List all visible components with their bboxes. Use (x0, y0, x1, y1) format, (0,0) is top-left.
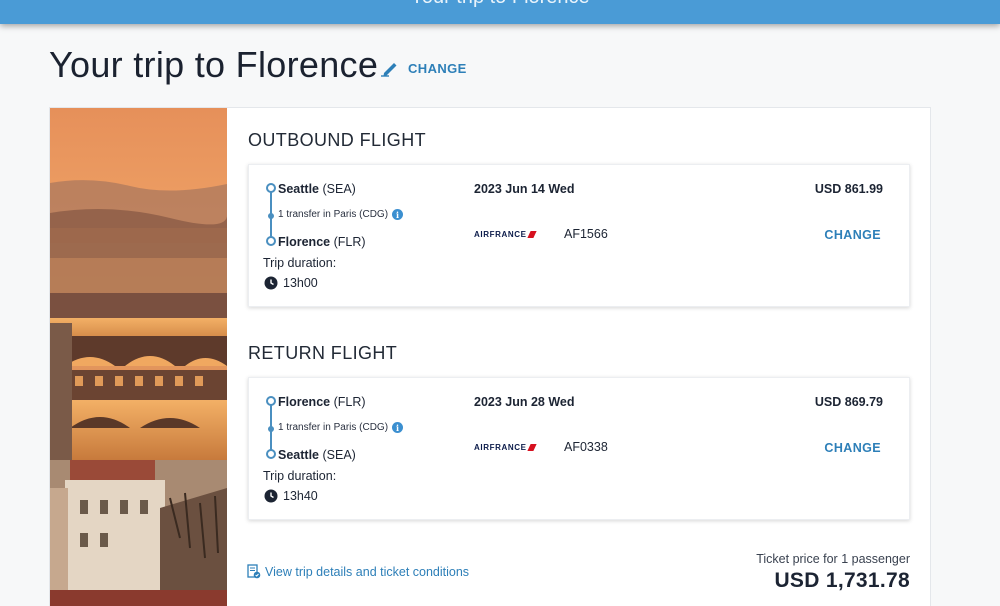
return-change-button[interactable]: CHANGE (824, 441, 881, 455)
duration-value: 13h40 (283, 489, 318, 503)
return-flight-number: AF0338 (564, 440, 608, 454)
trip-change-label: CHANGE (408, 60, 467, 76)
duration-value: 13h00 (283, 276, 318, 290)
origin-dot (266, 396, 276, 406)
outbound-heading: OUTBOUND FLIGHT (248, 130, 427, 150)
return-heading: RETURN FLIGHT (248, 343, 398, 363)
total-price: USD 1,731.78 (774, 569, 910, 592)
outbound-flight-box: Seattle (SEA) 1 transfer in Paris (CDG) … (248, 164, 910, 307)
page-title: Your trip to Florence (49, 44, 379, 85)
outbound-duration: 13h00 (264, 276, 318, 290)
outbound-date: 2023 Jun 14 Wed (474, 182, 575, 196)
ticket-price-label: Ticket price for 1 passenger (756, 552, 910, 566)
origin-code: (FLR) (333, 395, 366, 409)
transfer-dot (268, 426, 274, 432)
duration-label: Trip duration: (263, 469, 337, 483)
destination-dot (266, 236, 276, 246)
return-destination: Seattle (SEA) (278, 448, 356, 462)
outbound-destination: Florence (FLR) (278, 235, 366, 249)
outbound-origin: Seattle (SEA) (278, 182, 356, 196)
destination-city: Florence (278, 235, 331, 249)
trip-details-link[interactable]: View trip details and ticket conditions (247, 564, 469, 579)
return-price: USD 869.79 (814, 395, 883, 409)
airline-logo: AIRFRANCE (474, 443, 537, 452)
outbound-change-button[interactable]: CHANGE (824, 228, 881, 242)
document-check-icon (247, 564, 261, 579)
info-icon[interactable]: i (392, 422, 404, 433)
destination-code: (SEA) (322, 448, 356, 462)
top-header-bar: Your trip to Florence (0, 0, 1000, 24)
header-bar-title: Your trip to Florence (0, 0, 1000, 9)
return-transfer: 1 transfer in Paris (CDG) i (278, 422, 404, 433)
trip-details-label: View trip details and ticket conditions (265, 564, 470, 579)
duration-label: Trip duration: (263, 256, 337, 270)
outbound-transfer: 1 transfer in Paris (CDG) i (278, 209, 404, 220)
clock-icon (264, 489, 278, 503)
florence-photo (50, 108, 227, 606)
info-icon[interactable]: i (392, 209, 404, 220)
airline-logo: AIRFRANCE (474, 230, 537, 239)
destination-code: (FLR) (333, 235, 366, 249)
pencil-icon (381, 63, 397, 77)
transfer-dot (268, 213, 274, 219)
outbound-flight-number: AF1566 (564, 227, 608, 241)
outbound-price: USD 861.99 (814, 182, 883, 196)
trip-change-button[interactable]: CHANGE (380, 59, 467, 77)
transfer-text: 1 transfer in Paris (CDG) (278, 209, 389, 220)
origin-dot (266, 183, 276, 193)
transfer-text: 1 transfer in Paris (CDG) (278, 422, 389, 433)
trip-summary-card: OUTBOUND FLIGHT Seattle (SEA) 1 transfer… (49, 107, 931, 606)
destination-city: Seattle (278, 448, 319, 462)
return-duration: 13h40 (264, 489, 318, 503)
return-flight-box: Florence (FLR) 1 transfer in Paris (CDG)… (248, 377, 910, 520)
destination-dot (266, 449, 276, 459)
clock-icon (264, 276, 278, 290)
return-date: 2023 Jun 28 Wed (474, 395, 575, 409)
origin-city: Florence (278, 395, 331, 409)
origin-city: Seattle (278, 182, 319, 196)
origin-code: (SEA) (322, 182, 356, 196)
return-origin: Florence (FLR) (278, 395, 366, 409)
